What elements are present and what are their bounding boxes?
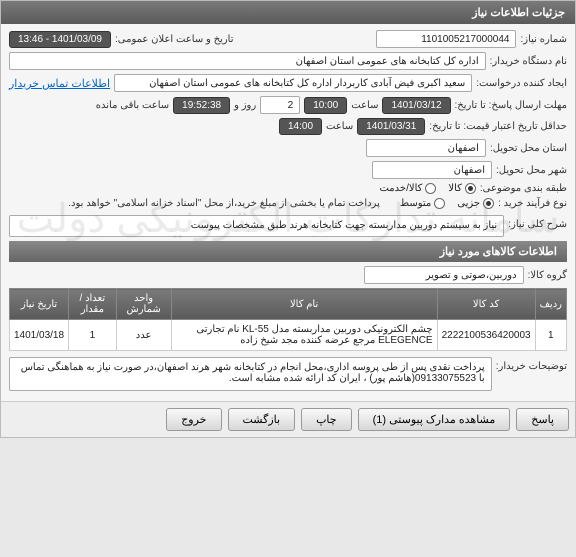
radio-dot-icon	[465, 183, 476, 194]
group-value: دوربین،صوتی و تصویر	[364, 266, 524, 284]
time-label-2: ساعت	[326, 121, 353, 132]
cell-row: 1	[535, 320, 566, 351]
th-qty: تعداد / مقدار	[69, 289, 117, 320]
announce-value: 1401/03/09 - 13:46	[9, 31, 111, 48]
radio-goods[interactable]: کالا	[448, 183, 476, 194]
remain-label: ساعت باقی مانده	[96, 100, 169, 111]
items-section-title: اطلاعات کالاهای مورد نیاز	[9, 241, 567, 262]
city-label: شهر محل تحویل:	[496, 165, 567, 176]
th-row: ردیف	[535, 289, 566, 320]
radio-medium[interactable]: متوسط	[400, 198, 445, 209]
province-value: اصفهان	[366, 139, 486, 157]
requester-value: سعید اکبری فیض آبادی کاربردار اداره کل ک…	[114, 74, 472, 92]
radio-medium-label: متوسط	[400, 198, 431, 209]
validity-date: 1401/03/31	[357, 118, 425, 135]
need-no-label: شماره نیاز:	[520, 34, 567, 45]
validity-time: 14:00	[279, 118, 322, 135]
radio-partial-label: جزیی	[457, 198, 480, 209]
footer-toolbar: پاسخ مشاهده مدارک پیوستی (1) چاپ بازگشت …	[1, 401, 575, 437]
class-label: طبقه بندی موضوعی:	[480, 183, 567, 194]
province-label: استان محل تحویل:	[490, 143, 567, 154]
cell-date: 1401/03/18	[10, 320, 69, 351]
radio-goods-label: کالا	[448, 183, 462, 194]
panel-title: جزئیات اطلاعات نیاز	[1, 1, 575, 24]
buyer-label: نام دستگاه خریدار:	[490, 56, 567, 67]
time-label-1: ساعت	[351, 100, 378, 111]
requester-label: ایجاد کننده درخواست:	[476, 78, 567, 89]
validity-label: حداقل تاریخ اعتبار قیمت: تا تاریخ:	[429, 121, 567, 132]
days-value: 2	[260, 96, 300, 114]
radio-dot-icon	[483, 198, 494, 209]
table-row[interactable]: 1 2222100536420003 چشم الکترونیکی دوربین…	[10, 320, 567, 351]
desc-value: نیاز به سیستم دوربین مداربسته جهت کتابخا…	[9, 215, 504, 237]
notes-label: توضیحات خریدار:	[496, 357, 567, 372]
desc-label: شرح کلی نیاز:	[508, 215, 567, 230]
th-date: تاریخ نیاز	[10, 289, 69, 320]
city-value: اصفهان	[372, 161, 492, 179]
remain-time: 19:52:38	[173, 97, 230, 114]
print-button[interactable]: چاپ	[301, 408, 352, 431]
announce-label: تاریخ و ساعت اعلان عمومی:	[115, 34, 234, 45]
answer-button[interactable]: پاسخ	[516, 408, 569, 431]
th-code: کد کالا	[437, 289, 535, 320]
buy-note: پرداخت تمام یا بخشی از مبلغ خرید،از محل …	[68, 198, 380, 209]
items-table: ردیف کد کالا نام کالا واحد شمارش تعداد /…	[9, 288, 567, 351]
buy-type-label: نوع فرآیند خرید :	[498, 198, 567, 209]
group-label: گروه کالا:	[528, 270, 567, 281]
notes-value: پرداخت نقدی پس از طی پروسه اداری،محل انج…	[9, 357, 492, 391]
th-name: نام کالا	[171, 289, 437, 320]
radio-dot-icon	[425, 183, 436, 194]
radio-service[interactable]: کالا/خدمت	[379, 183, 436, 194]
deadline-label: مهلت ارسال پاسخ: تا تاریخ:	[455, 100, 567, 111]
deadline-time: 10:00	[304, 97, 347, 114]
deadline-date: 1401/03/12	[382, 97, 450, 114]
cell-qty: 1	[69, 320, 117, 351]
attachments-button[interactable]: مشاهده مدارک پیوستی (1)	[358, 408, 511, 431]
cell-name: چشم الکترونیکی دوربین مداربسته مدل KL-55…	[171, 320, 437, 351]
radio-service-label: کالا/خدمت	[379, 183, 422, 194]
need-no-value: 1101005217000044	[376, 30, 516, 48]
back-button[interactable]: بازگشت	[228, 408, 296, 431]
contact-link[interactable]: اطلاعات تماس خریدار	[9, 77, 110, 90]
radio-partial[interactable]: جزیی	[457, 198, 494, 209]
days-label: روز و	[234, 100, 256, 111]
cell-unit: عدد	[116, 320, 171, 351]
cell-code: 2222100536420003	[437, 320, 535, 351]
th-unit: واحد شمارش	[116, 289, 171, 320]
buyer-value: اداره کل کتابخانه های عمومی استان اصفهان	[9, 52, 486, 70]
exit-button[interactable]: خروج	[166, 408, 221, 431]
radio-dot-icon	[434, 198, 445, 209]
